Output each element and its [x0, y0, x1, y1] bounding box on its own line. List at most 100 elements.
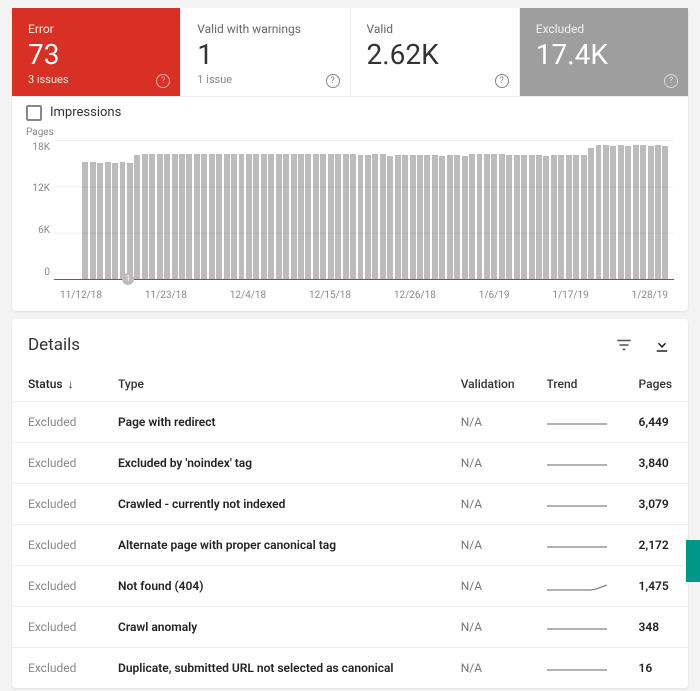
chart-bar[interactable]: [179, 154, 185, 278]
help-icon[interactable]: ?: [664, 74, 678, 88]
chart-bar[interactable]: [142, 154, 148, 279]
chart-bar[interactable]: [246, 154, 252, 279]
chart-bar[interactable]: [239, 154, 245, 278]
chart-bar[interactable]: [536, 155, 542, 279]
chart-bar[interactable]: [313, 154, 319, 279]
tile-valid-warnings[interactable]: Valid with warnings 1 1 issue ?: [181, 8, 350, 96]
col-header-pages[interactable]: Pages: [623, 361, 688, 402]
col-header-status[interactable]: Status ↓: [12, 361, 102, 402]
chart-bar[interactable]: [164, 154, 170, 279]
chart-bar[interactable]: [543, 156, 549, 279]
chart-bar[interactable]: [305, 154, 311, 279]
chart-bar[interactable]: [335, 154, 341, 279]
chart-bar[interactable]: [201, 154, 207, 279]
chart-bar[interactable]: [491, 154, 497, 278]
impressions-checkbox[interactable]: [26, 105, 42, 121]
chart-bar[interactable]: [655, 145, 661, 279]
table-row[interactable]: ExcludedCrawled - currently not indexedN…: [12, 483, 688, 524]
chart-bar[interactable]: [662, 146, 668, 279]
chart-bar[interactable]: [209, 154, 215, 279]
chart-bar[interactable]: [625, 146, 631, 279]
chart-bar[interactable]: [499, 154, 505, 278]
chart-bar[interactable]: [648, 146, 654, 279]
help-icon[interactable]: ?: [156, 74, 170, 88]
chart-bar[interactable]: [424, 155, 430, 279]
chart-bar[interactable]: [268, 154, 274, 279]
chart-bar[interactable]: [551, 155, 557, 279]
chart-bar[interactable]: [231, 154, 237, 279]
chart-bar[interactable]: [90, 162, 96, 279]
chart-bar[interactable]: [610, 146, 616, 279]
table-row[interactable]: ExcludedAlternate page with proper canon…: [12, 524, 688, 565]
chart-bar[interactable]: [566, 155, 572, 279]
filter-icon[interactable]: [614, 335, 634, 355]
chart-bar[interactable]: [558, 155, 564, 279]
chart-bar[interactable]: [365, 155, 371, 279]
chart-bar[interactable]: [328, 154, 334, 279]
chart-bar[interactable]: [454, 155, 460, 279]
chart-bar[interactable]: [291, 154, 297, 278]
chart-bar[interactable]: [581, 155, 587, 279]
chart-bar[interactable]: [633, 145, 639, 279]
chart-bar[interactable]: [432, 155, 438, 279]
chart-bar[interactable]: [506, 155, 512, 279]
help-icon[interactable]: ?: [495, 74, 509, 88]
chart-bar[interactable]: [224, 154, 230, 279]
col-header-type[interactable]: Type: [102, 361, 445, 402]
table-row[interactable]: ExcludedNot found (404)N/A1,475: [12, 565, 688, 606]
chart-bar[interactable]: [283, 154, 289, 279]
chart-bar[interactable]: [439, 156, 445, 279]
chart-bar[interactable]: [261, 154, 267, 279]
chart-bar[interactable]: [618, 145, 624, 279]
chart-bar[interactable]: [186, 154, 192, 279]
chart-bar[interactable]: [529, 155, 535, 279]
chart-bar[interactable]: [573, 155, 579, 279]
chart-bar[interactable]: [97, 163, 103, 279]
chart-bar[interactable]: [120, 162, 126, 279]
chart-bar[interactable]: [112, 163, 118, 279]
chart-bar[interactable]: [521, 155, 527, 279]
chart-bar[interactable]: [358, 155, 364, 279]
chart-bar[interactable]: [514, 155, 520, 279]
download-icon[interactable]: [652, 335, 672, 355]
chart-bar[interactable]: [194, 154, 200, 279]
chart-bar[interactable]: [320, 154, 326, 279]
chart-bar[interactable]: [253, 154, 259, 279]
chart-bar[interactable]: [149, 154, 155, 279]
chart-bar[interactable]: [387, 156, 393, 279]
chart-bar[interactable]: [603, 145, 609, 279]
chart-bar[interactable]: [484, 154, 490, 279]
chart-bar[interactable]: [298, 154, 304, 279]
chart-bar[interactable]: [82, 162, 88, 279]
chart-bar[interactable]: [216, 154, 222, 278]
chart-bar[interactable]: [372, 154, 378, 278]
table-row[interactable]: ExcludedCrawl anomalyN/A348: [12, 606, 688, 647]
chart-bar[interactable]: [105, 162, 111, 279]
chart-bar[interactable]: [276, 154, 282, 279]
table-row[interactable]: ExcludedExcluded by 'noindex' tagN/A3,84…: [12, 442, 688, 483]
chart-event-marker[interactable]: 1: [122, 273, 134, 285]
chart-bar[interactable]: [157, 154, 163, 278]
chart-bar[interactable]: [134, 155, 140, 279]
chart-bar[interactable]: [395, 155, 401, 279]
chart-plot[interactable]: 1: [54, 140, 674, 280]
col-header-trend[interactable]: Trend: [531, 361, 623, 402]
feedback-tab[interactable]: [686, 540, 700, 582]
chart-bar[interactable]: [417, 155, 423, 279]
chart-bar[interactable]: [469, 154, 475, 279]
chart-bar[interactable]: [596, 145, 602, 279]
chart-bar[interactable]: [350, 154, 356, 279]
chart-bar[interactable]: [462, 156, 468, 279]
tile-valid[interactable]: Valid 2.62K ?: [351, 8, 520, 96]
chart-bar[interactable]: [477, 154, 483, 279]
chart-bar[interactable]: [402, 155, 408, 279]
chart-bar[interactable]: [640, 145, 646, 279]
chart-bar[interactable]: [127, 163, 133, 279]
tile-excluded[interactable]: Excluded 17.4K ?: [520, 8, 688, 96]
table-row[interactable]: ExcludedPage with redirectN/A6,449: [12, 401, 688, 442]
chart-bar[interactable]: [447, 155, 453, 279]
col-header-validation[interactable]: Validation: [445, 361, 531, 402]
chart-bar[interactable]: [380, 154, 386, 279]
chart-bar[interactable]: [172, 154, 178, 279]
table-row[interactable]: ExcludedDuplicate, submitted URL not sel…: [12, 647, 688, 688]
